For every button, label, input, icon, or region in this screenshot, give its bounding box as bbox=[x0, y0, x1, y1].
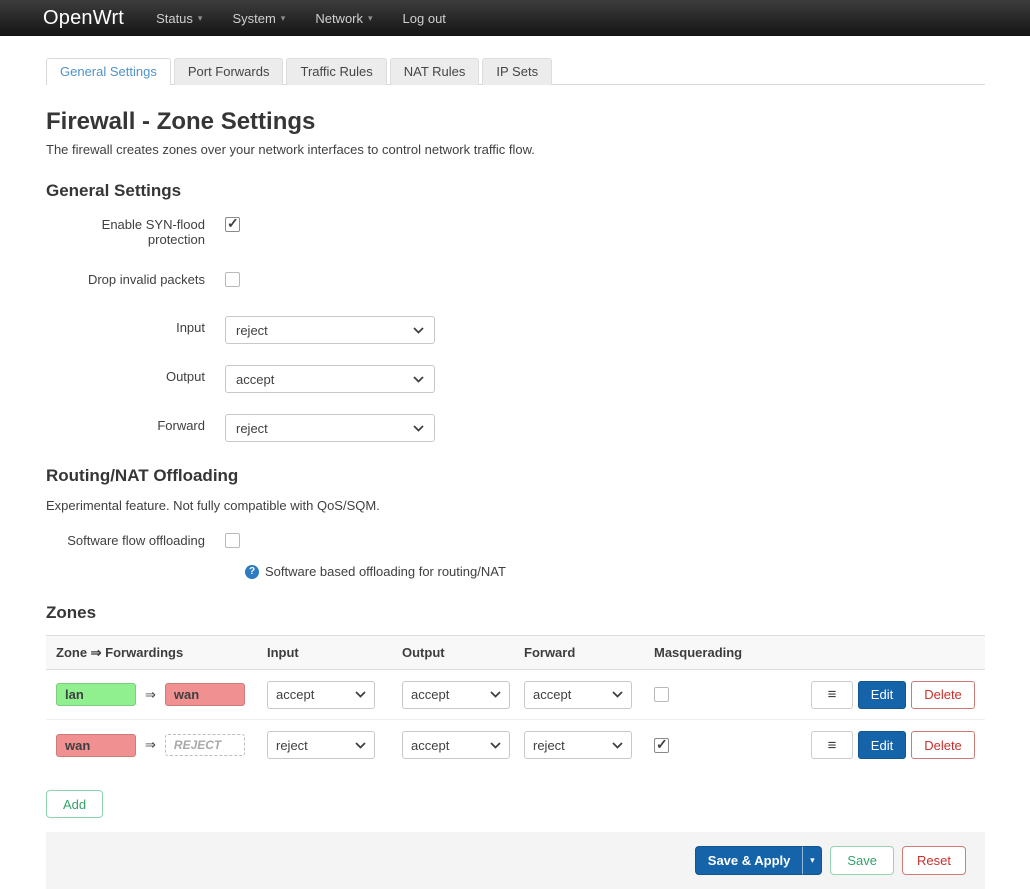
field-input: Input reject bbox=[46, 316, 985, 344]
software-flow-hint: ? Software based offloading for routing/… bbox=[245, 564, 985, 579]
save-apply-button[interactable]: Save & Apply bbox=[695, 846, 803, 875]
save-button[interactable]: Save bbox=[830, 846, 894, 875]
field-syn-flood: Enable SYN-flood protection bbox=[46, 213, 985, 247]
software-flow-label: Software flow offloading bbox=[46, 529, 225, 548]
output-policy-select[interactable]: accept bbox=[225, 365, 435, 393]
syn-flood-label: Enable SYN-flood protection bbox=[46, 213, 225, 247]
drop-invalid-checkbox[interactable] bbox=[225, 272, 240, 287]
tab-traffic-rules[interactable]: Traffic Rules bbox=[286, 58, 386, 85]
tab-general-settings[interactable]: General Settings bbox=[46, 58, 171, 85]
input-label: Input bbox=[46, 316, 225, 335]
zone-badge-wan: wan bbox=[165, 683, 245, 706]
field-software-flow: Software flow offloading bbox=[46, 529, 985, 556]
wan-input-select[interactable]: reject bbox=[267, 731, 375, 759]
forward-arrow-icon: ⇒ bbox=[145, 737, 156, 753]
column-header-input: Input bbox=[267, 645, 402, 660]
column-header-masquerading: Masquerading bbox=[654, 645, 762, 660]
lan-output-select[interactable]: accept bbox=[402, 681, 510, 709]
help-icon: ? bbox=[245, 565, 259, 579]
chevron-down-icon bbox=[413, 327, 424, 334]
lan-edit-button[interactable]: Edit bbox=[858, 681, 906, 709]
wan-row-menu-button[interactable]: ≡ bbox=[811, 731, 853, 759]
forward-policy-value: reject bbox=[236, 421, 268, 436]
lan-delete-button[interactable]: Delete bbox=[911, 681, 975, 709]
zone-row-lan: lan ⇒ wan accept accept bbox=[46, 670, 985, 720]
wan-output-select[interactable]: accept bbox=[402, 731, 510, 759]
save-apply-split-button: Save & Apply ▾ bbox=[695, 846, 823, 875]
zones-table-header: Zone ⇒ Forwardings Input Output Forward … bbox=[46, 635, 985, 670]
tab-nat-rules[interactable]: NAT Rules bbox=[390, 58, 480, 85]
forward-arrow-icon: ⇒ bbox=[145, 687, 156, 703]
field-forward: Forward reject bbox=[46, 414, 985, 442]
lan-row-menu-button[interactable]: ≡ bbox=[811, 681, 853, 709]
zone-reject-badge: REJECT bbox=[165, 734, 245, 756]
chevron-down-icon bbox=[413, 425, 424, 432]
offloading-description: Experimental feature. Not fully compatib… bbox=[46, 498, 985, 513]
chevron-down-icon: ▾ bbox=[281, 14, 286, 23]
add-zone-button[interactable]: Add bbox=[46, 790, 103, 818]
field-output: Output accept bbox=[46, 365, 985, 393]
nav-item-status[interactable]: Status ▾ bbox=[156, 11, 202, 26]
wan-forward-select[interactable]: reject bbox=[524, 731, 632, 759]
syn-flood-checkbox[interactable] bbox=[225, 217, 240, 232]
software-flow-hint-text: Software based offloading for routing/NA… bbox=[265, 564, 506, 579]
zone-badge-wan: wan bbox=[56, 734, 136, 757]
forward-label: Forward bbox=[46, 414, 225, 433]
software-flow-checkbox[interactable] bbox=[225, 533, 240, 548]
column-header-forward: Forward bbox=[524, 645, 654, 660]
drop-invalid-label: Drop invalid packets bbox=[46, 268, 225, 287]
page-description: The firewall creates zones over your net… bbox=[46, 142, 985, 157]
chevron-down-icon bbox=[355, 691, 366, 698]
save-apply-dropdown-button[interactable]: ▾ bbox=[802, 846, 822, 875]
page-title: Firewall - Zone Settings bbox=[46, 108, 985, 136]
chevron-down-icon bbox=[413, 376, 424, 383]
offloading-heading: Routing/NAT Offloading bbox=[46, 466, 985, 486]
forward-policy-select[interactable]: reject bbox=[225, 414, 435, 442]
lan-masquerading-checkbox[interactable] bbox=[654, 687, 669, 702]
chevron-down-icon bbox=[612, 691, 623, 698]
caret-down-icon: ▾ bbox=[810, 855, 815, 866]
wan-masquerading-checkbox[interactable] bbox=[654, 738, 669, 753]
firewall-tabs: General Settings Port Forwards Traffic R… bbox=[46, 57, 985, 85]
zone-row-wan: wan ⇒ REJECT reject accept bbox=[46, 720, 985, 770]
nav-item-system[interactable]: System ▾ bbox=[232, 11, 285, 26]
chevron-down-icon: ▾ bbox=[368, 14, 373, 23]
zones-heading: Zones bbox=[46, 603, 985, 623]
chevron-down-icon: ▾ bbox=[198, 14, 203, 23]
output-label: Output bbox=[46, 365, 225, 384]
output-policy-value: accept bbox=[236, 372, 274, 387]
chevron-down-icon bbox=[490, 742, 501, 749]
openwrt-logo: OpenWrt bbox=[43, 7, 124, 30]
chevron-down-icon bbox=[355, 742, 366, 749]
input-policy-value: reject bbox=[236, 323, 268, 338]
main-nav: Status ▾ System ▾ Network ▾ Log out bbox=[156, 11, 446, 26]
nav-item-logout[interactable]: Log out bbox=[403, 11, 446, 26]
field-drop-invalid: Drop invalid packets bbox=[46, 268, 985, 295]
tab-ip-sets[interactable]: IP Sets bbox=[482, 58, 552, 85]
general-settings-heading: General Settings bbox=[46, 181, 985, 201]
chevron-down-icon bbox=[612, 742, 623, 749]
column-header-zone-forwardings: Zone ⇒ Forwardings bbox=[56, 645, 267, 661]
chevron-down-icon bbox=[490, 691, 501, 698]
wan-delete-button[interactable]: Delete bbox=[911, 731, 975, 759]
menu-icon: ≡ bbox=[828, 686, 837, 703]
tab-port-forwards[interactable]: Port Forwards bbox=[174, 58, 284, 85]
input-policy-select[interactable]: reject bbox=[225, 316, 435, 344]
reset-button[interactable]: Reset bbox=[902, 846, 966, 875]
top-header-bar: OpenWrt Status ▾ System ▾ Network ▾ Log … bbox=[0, 0, 1030, 36]
menu-icon: ≡ bbox=[828, 737, 837, 754]
zones-table: Zone ⇒ Forwardings Input Output Forward … bbox=[46, 635, 985, 770]
wan-edit-button[interactable]: Edit bbox=[858, 731, 906, 759]
column-header-output: Output bbox=[402, 645, 524, 660]
zone-badge-lan: lan bbox=[56, 683, 136, 706]
nav-item-network[interactable]: Network ▾ bbox=[315, 11, 372, 26]
lan-forward-select[interactable]: accept bbox=[524, 681, 632, 709]
lan-input-select[interactable]: accept bbox=[267, 681, 375, 709]
footer-action-bar: Save & Apply ▾ Save Reset bbox=[46, 832, 985, 889]
